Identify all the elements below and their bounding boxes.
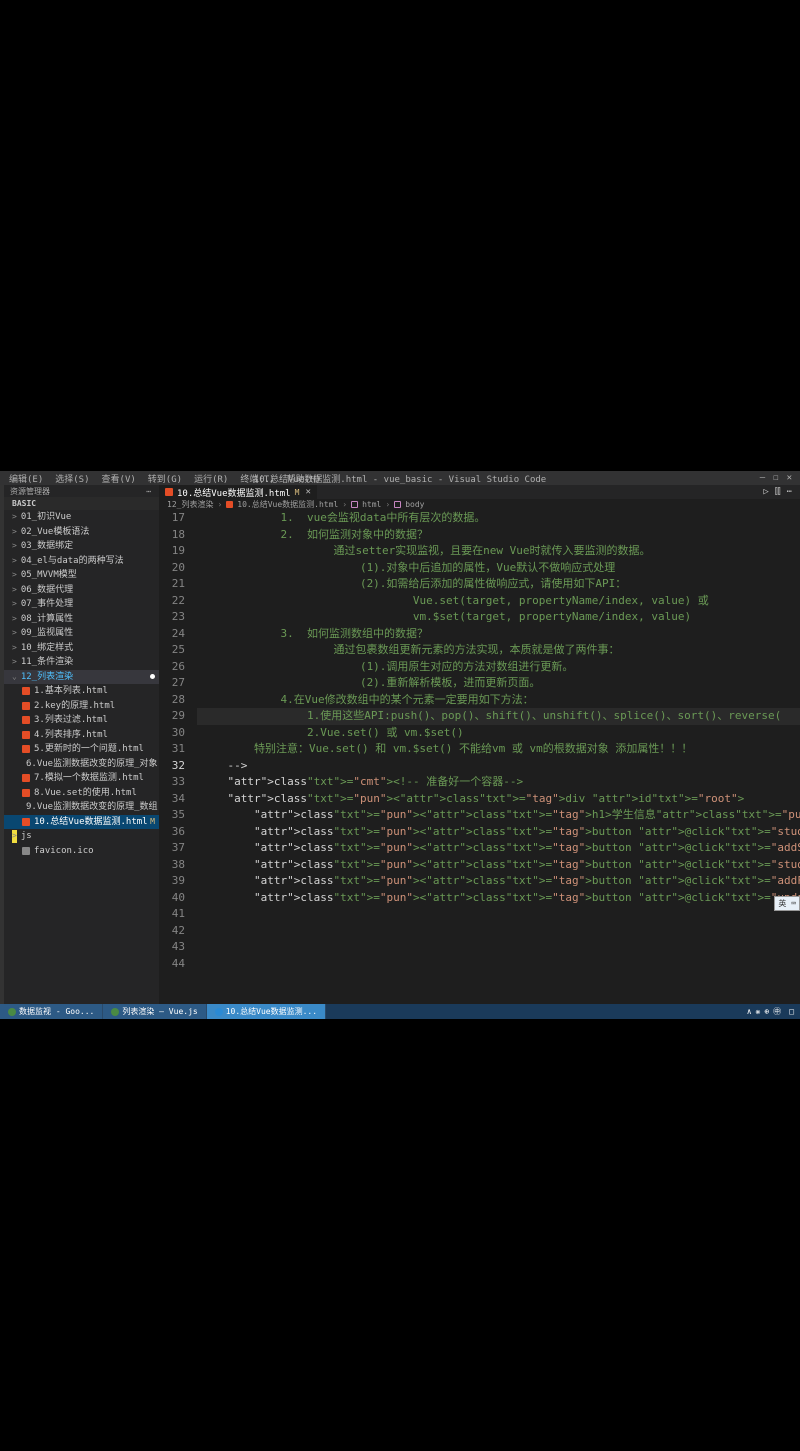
tab-modified-badge: M [295,488,300,497]
menu-selection[interactable]: 选择(S) [50,472,94,485]
menu-view[interactable]: 查看(V) [97,472,141,485]
folder-item[interactable]: 05_MVVM模型 [4,568,159,583]
ime-indicator[interactable]: 英 ⌨ [774,896,800,911]
folder-item[interactable]: 12_列表渲染 [4,670,159,685]
file-item[interactable]: 4.列表排序.html [4,728,159,743]
menu-run[interactable]: 运行(R) [189,472,233,485]
editor-panel: 10.总结Vue数据监测.html M ✕ ▷ ⫿⫿ ⋯ 12_列表渲染 › 1… [159,485,800,1007]
tray-icon[interactable]: ❋ [756,1007,761,1016]
maximize-button[interactable]: ☐ [773,473,778,483]
file-item[interactable]: 3.列表过滤.html [4,713,159,728]
code-content[interactable]: 1. vue会监视data中所有层次的数据。 2. 如何监测对象中的数据？ 通过… [197,510,800,1007]
menu-go[interactable]: 转到(G) [143,472,187,485]
more-actions-icon[interactable]: ⋯ [787,487,792,497]
folder-item[interactable]: 11_条件渲染 [4,655,159,670]
folder-item[interactable]: 04_el与data的两种写法 [4,554,159,569]
element-icon [394,501,401,508]
breadcrumb-body[interactable]: body [405,500,424,509]
breadcrumb-folder[interactable]: 12_列表渲染 [167,499,213,510]
minimize-button[interactable]: — [760,473,765,483]
titlebar: 编辑(E) 选择(S) 查看(V) 转到(G) 运行(R) 终端(T) 帮助(H… [0,471,800,485]
folder-item[interactable]: 06_数据代理 [4,583,159,598]
file-item[interactable]: 2.key的原理.html [4,699,159,714]
html-file-icon [226,501,233,508]
tray-expand-icon[interactable]: ∧ [747,1007,752,1016]
file-item[interactable]: 5.更新时的一个问题.html [4,742,159,757]
breadcrumb[interactable]: 12_列表渲染 › 10.总结Vue数据监测.html › html › bod… [159,499,800,510]
window-title: 10.总结Vue数据监测.html - vue_basic - Visual S… [254,472,546,485]
folder-item[interactable]: 08_计算属性 [4,612,159,627]
folder-item[interactable]: 10_绑定样式 [4,641,159,656]
file-item[interactable]: favicon.ico [4,844,159,859]
vscode-window: 编辑(E) 选择(S) 查看(V) 转到(G) 运行(R) 终端(T) 帮助(H… [0,471,800,1019]
tab-label: 10.总结Vue数据监测.html [177,486,291,499]
split-editor-icon[interactable]: ⫿⫿ [775,487,781,497]
file-item[interactable]: 1.基本列表.html [4,684,159,699]
window-controls: — ☐ ✕ [760,473,800,483]
sidebar-more-icon[interactable]: ⋯ [146,487,153,496]
file-item[interactable]: 7.模拟一个数据监测.html [4,771,159,786]
element-icon [351,501,358,508]
tray-icon[interactable]: ⊕ [764,1007,769,1016]
editor-tabs: 10.总结Vue数据监测.html M ✕ ▷ ⫿⫿ ⋯ [159,485,800,499]
close-button[interactable]: ✕ [787,473,792,483]
folder-item[interactable]: 09_监视属性 [4,626,159,641]
menu-edit[interactable]: 编辑(E) [4,472,48,485]
file-item[interactable]: 9.Vue监测数据改变的原理_数组.html [4,800,159,815]
folder-item[interactable]: 07_事件处理 [4,597,159,612]
sidebar-header: 资源管理器 ⋯ [4,485,159,497]
folder-item[interactable]: js [4,829,159,844]
taskbar-item[interactable]: 列表渲染 — Vue.js [103,1004,206,1019]
tab-close-icon[interactable]: ✕ [305,487,310,497]
tray-icon[interactable]: □ [789,1007,794,1016]
explorer-title: 资源管理器 [10,486,50,497]
system-tray[interactable]: ∧ ❋ ⊕ ㊥ □ [747,1006,800,1017]
taskbar-item[interactable]: 10.总结Vue数据监测... [207,1004,326,1019]
taskbar-item[interactable]: 数据监视 - Goo... [0,1004,103,1019]
explorer-sidebar: 资源管理器 ⋯ BASIC 01_初识Vue02_Vue模板语法03_数据绑定0… [4,485,159,1007]
folder-item[interactable]: 02_Vue模板语法 [4,525,159,540]
line-gutter: 1718192021222324252627282930313233343536… [159,510,197,1007]
file-item[interactable]: 8.Vue.set的使用.html [4,786,159,801]
file-item[interactable]: 6.Vue监测数据改变的原理_对象.html [4,757,159,772]
file-item[interactable]: 10.总结Vue数据监测.htmlM [4,815,159,830]
folder-item[interactable]: 01_初识Vue [4,510,159,525]
file-tree: 01_初识Vue02_Vue模板语法03_数据绑定04_el与data的两种写法… [4,510,159,1007]
workspace-root[interactable]: BASIC [4,497,159,510]
tray-ime-icon[interactable]: ㊥ [773,1006,781,1017]
html-file-icon [165,488,173,496]
folder-item[interactable]: 03_数据绑定 [4,539,159,554]
breadcrumb-file[interactable]: 10.总结Vue数据监测.html [237,499,338,510]
windows-taskbar: 数据监视 - Goo...列表渲染 — Vue.js10.总结Vue数据监测..… [0,1004,800,1019]
run-icon[interactable]: ▷ [763,487,768,497]
code-editor[interactable]: 1718192021222324252627282930313233343536… [159,510,800,1007]
breadcrumb-html[interactable]: html [362,500,381,509]
editor-tab-active[interactable]: 10.总结Vue数据监测.html M ✕ [159,485,318,499]
